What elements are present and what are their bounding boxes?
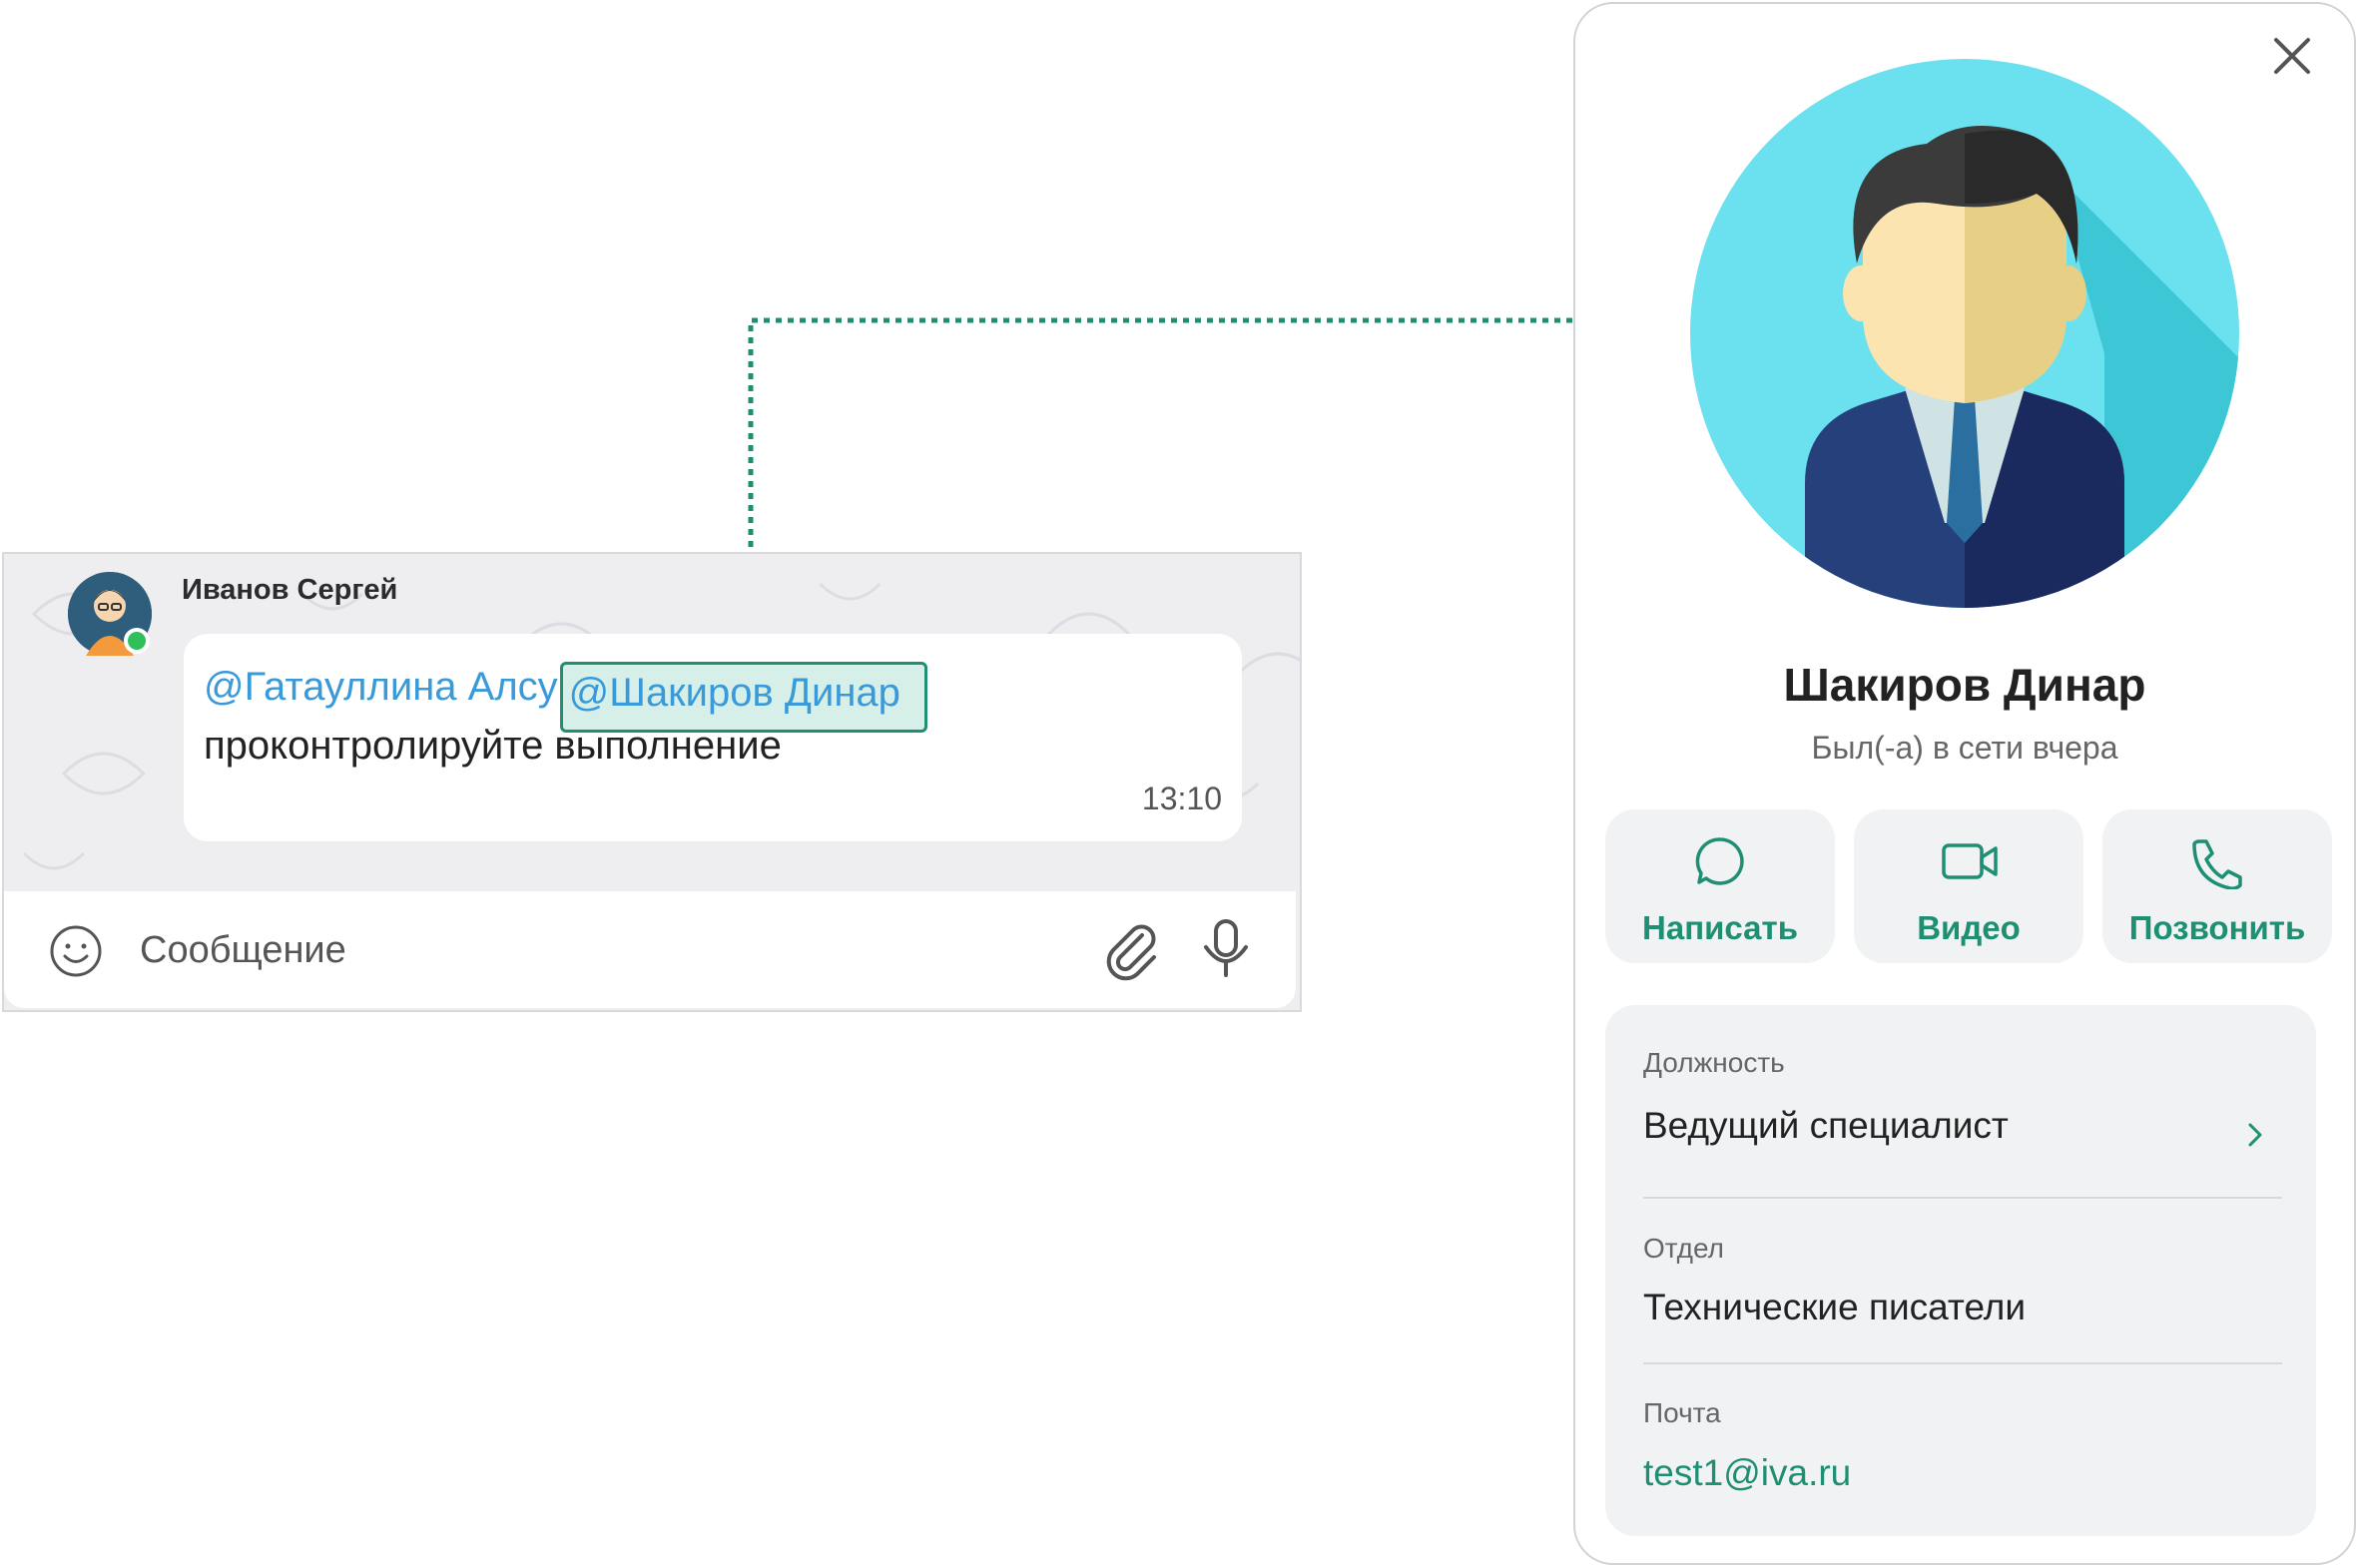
video-button[interactable]: Видео xyxy=(1854,809,2083,963)
position-label: Должность xyxy=(1643,1047,1785,1078)
close-icon[interactable] xyxy=(2268,32,2316,80)
sender-avatar[interactable] xyxy=(68,572,152,656)
phone-icon xyxy=(2192,839,2242,889)
email-label: Почта xyxy=(1643,1397,1721,1428)
emoji-icon[interactable] xyxy=(48,923,104,979)
message-composer: Сообщение xyxy=(4,891,1296,1008)
divider xyxy=(1643,1197,2282,1199)
divider xyxy=(1643,1362,2282,1364)
mention-link-2[interactable]: @Шакиров Динар xyxy=(559,662,927,733)
department-label: Отдел xyxy=(1643,1233,1724,1264)
call-button[interactable]: Позвонить xyxy=(2102,809,2332,963)
attach-icon[interactable] xyxy=(1098,917,1162,981)
profile-actions: Написать Видео Позвонить xyxy=(1605,809,2332,963)
chat-bubble-icon xyxy=(1695,837,1744,885)
position-value[interactable]: Ведущий специалист xyxy=(1643,1105,2009,1147)
mention-link-1[interactable]: @Гатауллина Алсу xyxy=(204,665,558,709)
message-bubble[interactable]: @Гатауллина Алсу @Шакиров Динар проконтро… xyxy=(184,634,1242,841)
department-value: Технические писатели xyxy=(1643,1287,2027,1327)
profile-name: Шакиров Динар xyxy=(1783,659,2146,711)
sender-name[interactable]: Иванов Сергей xyxy=(182,574,397,607)
message-text: проконтролируйте выполнение xyxy=(204,724,782,768)
message-mentions-line: @Гатауллина Алсу @Шакиров Динар xyxy=(204,656,927,733)
profile-card: Шакиров Динар Был(-а) в сети вчера Напис… xyxy=(1573,2,2356,1565)
profile-status: Был(-а) в сети вчера xyxy=(1811,730,2118,766)
video-camera-icon xyxy=(1942,843,1998,879)
email-link[interactable]: test1@iva.ru xyxy=(1643,1452,1851,1494)
chevron-right-icon[interactable] xyxy=(2240,1115,2270,1155)
online-status-dot xyxy=(124,628,150,654)
write-button[interactable]: Написать xyxy=(1605,809,1835,963)
profile-avatar xyxy=(1690,59,2239,608)
profile-info-list: Должность Ведущий специалист Отдел Техни… xyxy=(1605,1005,2316,1536)
chat-panel: Иванов Сергей @Гатауллина Алсу @Шакиров Д… xyxy=(2,552,1302,1012)
message-time: 13:10 xyxy=(1141,781,1222,816)
microphone-icon[interactable] xyxy=(1198,917,1254,981)
message-input[interactable]: Сообщение xyxy=(140,929,346,972)
